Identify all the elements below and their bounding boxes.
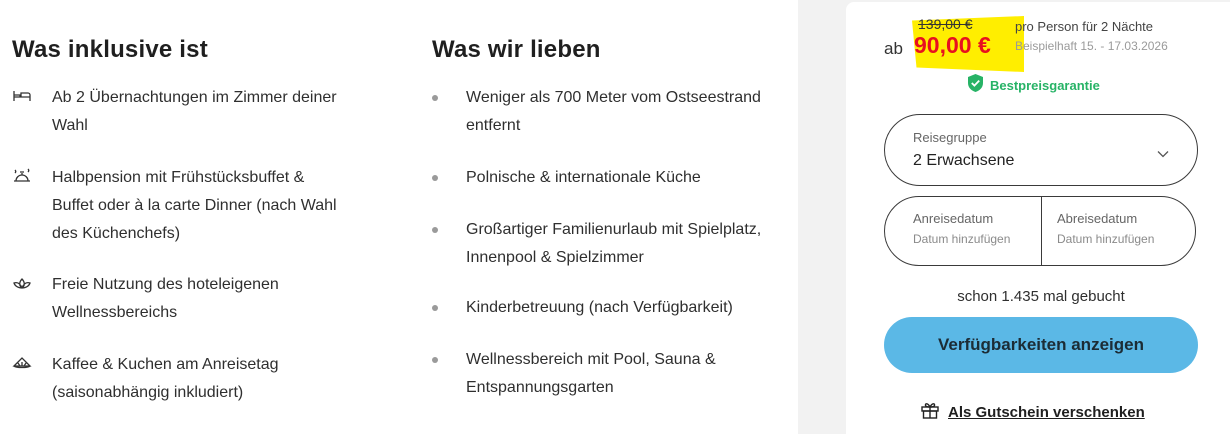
best-price-guarantee: Bestpreisgarantie	[967, 74, 1100, 97]
hotel-details-panel: Was inklusive ist Ab 2 Übernachtungen im…	[0, 0, 798, 434]
included-heading: Was inklusive ist	[12, 36, 208, 63]
current-price: 90,00 €	[914, 32, 991, 58]
travel-group-select[interactable]: Reisegruppe 2 Erwachsene	[884, 114, 1198, 186]
show-availability-button[interactable]: Verfügbarkeiten anzeigen	[884, 317, 1198, 373]
price-per-person: pro Person für 2 Nächte	[1015, 19, 1154, 34]
chevron-down-icon	[1157, 145, 1169, 163]
gift-voucher-label: Als Gutschein verschenken	[948, 404, 1145, 421]
bullet-dot	[432, 175, 438, 181]
included-item-text: Kaffee & Kuchen am Anreisetag (saisonabh…	[52, 356, 279, 401]
bullet-dot	[432, 357, 438, 363]
arrival-date-label: Anreisedatum	[913, 211, 994, 226]
love-item-text: Großartiger Familienurlaub mit Spielplat…	[466, 221, 762, 266]
travel-group-label: Reisegruppe	[913, 130, 987, 145]
lotus-icon	[12, 273, 32, 293]
gift-voucher-link[interactable]: Als Gutschein verschenken	[920, 400, 1145, 425]
gift-icon	[920, 400, 940, 425]
loves-heading: Was wir lieben	[432, 36, 601, 63]
included-item-text: Ab 2 Übernachtungen im Zimmer deiner Wah…	[52, 89, 337, 134]
dining-icon	[12, 166, 32, 186]
price-prefix: ab	[884, 39, 903, 58]
departure-date-label: Abreisedatum	[1057, 211, 1138, 226]
example-dates: Beispielhaft 15. - 17.03.2026	[1015, 39, 1168, 53]
included-item-text: Freie Nutzung des hoteleigenen Wellnessb…	[52, 276, 279, 321]
bullet-dot	[432, 305, 438, 311]
love-item-text: Weniger als 700 Meter vom Ostseestrand e…	[466, 89, 761, 134]
guarantee-label: Bestpreisgarantie	[990, 78, 1100, 93]
arrival-date-placeholder: Datum hinzufügen	[913, 232, 1011, 246]
departure-date-field[interactable]: Abreisedatum Datum hinzufügen	[1042, 197, 1195, 265]
date-range-picker: Anreisedatum Datum hinzufügen Abreisedat…	[884, 196, 1196, 266]
included-item-text: Halbpension mit Frühstücksbuffet & Buffe…	[52, 169, 337, 242]
love-item-text: Polnische & internationale Küche	[466, 169, 701, 186]
cake-icon	[12, 353, 32, 373]
arrival-date-field[interactable]: Anreisedatum Datum hinzufügen	[885, 197, 1041, 265]
bullet-dot	[432, 227, 438, 233]
bullet-dot	[432, 95, 438, 101]
booking-count: schon 1.435 mal gebucht	[957, 288, 1125, 305]
travel-group-value: 2 Erwachsene	[913, 152, 1015, 169]
old-price: 139,00 €	[918, 16, 973, 32]
departure-date-placeholder: Datum hinzufügen	[1057, 232, 1155, 246]
love-item-text: Wellnessbereich mit Pool, Sauna & Entspa…	[466, 351, 716, 396]
shield-check-icon	[967, 74, 984, 97]
bed-icon	[12, 86, 32, 106]
love-item-text: Kinderbetreuung (nach Verfügbarkeit)	[466, 299, 733, 316]
